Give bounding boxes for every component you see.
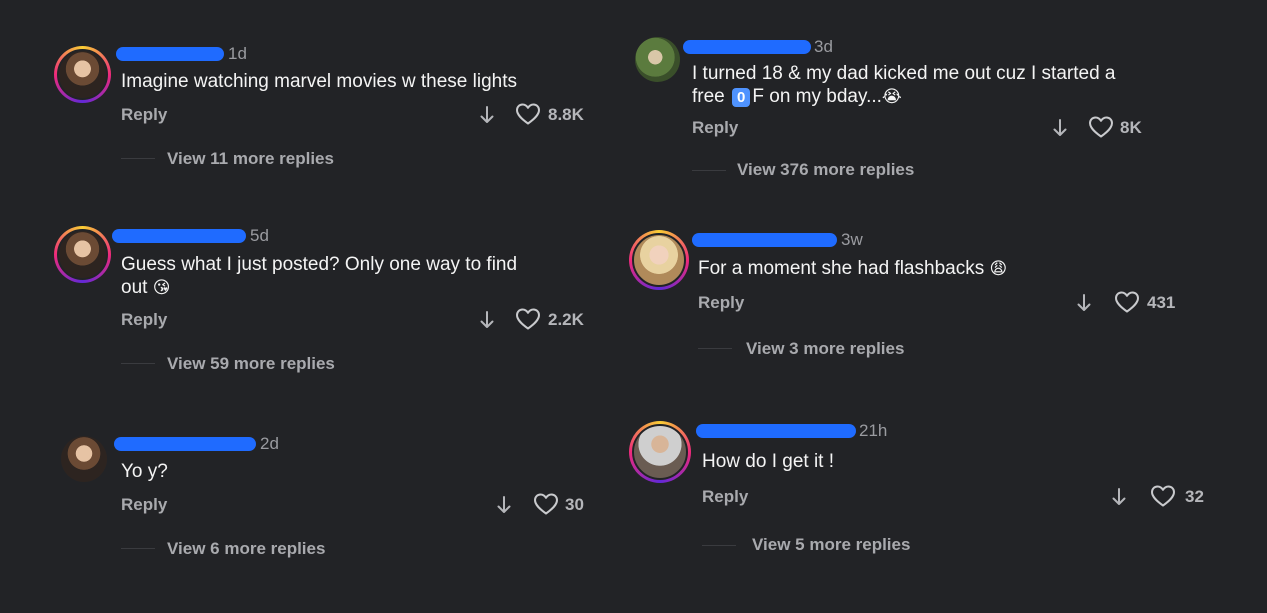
arrow-down-icon[interactable] — [1052, 118, 1068, 138]
keycap-zero-badge: 0 — [732, 88, 751, 107]
profile-photo — [57, 49, 108, 100]
arrow-down-icon[interactable] — [1076, 293, 1092, 313]
avatar[interactable] — [629, 421, 691, 483]
comment-time: 21h — [859, 421, 888, 440]
redacted-username — [112, 229, 246, 243]
heart-outline-icon[interactable] — [515, 307, 541, 331]
view-more-replies[interactable]: View 11 more replies — [167, 149, 334, 169]
view-more-replies[interactable]: View 59 more replies — [167, 354, 335, 374]
replies-divider — [121, 548, 155, 549]
redacted-username — [114, 437, 256, 451]
avatar[interactable] — [629, 230, 689, 290]
view-more-replies[interactable]: View 5 more replies — [752, 535, 910, 555]
profile-photo — [57, 229, 108, 280]
arrow-down-icon[interactable] — [479, 105, 495, 125]
heart-outline-icon[interactable] — [1114, 290, 1140, 314]
reply-button[interactable]: Reply — [702, 487, 748, 507]
comment-time: 3w — [841, 230, 863, 249]
kissing-face-emoji: 😘 — [152, 278, 171, 298]
comment-text: For a moment she had flashbacks 😩 — [698, 257, 1007, 280]
heart-outline-icon[interactable] — [1150, 484, 1176, 508]
weary-face-emoji: 😩 — [989, 259, 1008, 279]
comment-time: 3d — [814, 37, 833, 56]
comment-text-line-2: free 0F on my bday...😭 — [692, 85, 902, 108]
replies-divider — [692, 170, 726, 171]
reply-button[interactable]: Reply — [121, 105, 167, 125]
comment-text: Imagine watching marvel movies w these l… — [121, 71, 518, 92]
comment-time: 2d — [260, 434, 279, 453]
arrow-down-icon[interactable] — [1111, 487, 1127, 507]
reply-button[interactable]: Reply — [698, 293, 744, 313]
comment-time: 1d — [228, 44, 247, 63]
comment-text-line-1: I turned 18 & my dad kicked me out cuz I… — [692, 63, 1116, 84]
crying-face-emoji: 😭 — [881, 87, 902, 107]
like-count: 32 — [1185, 487, 1204, 506]
replies-divider — [121, 158, 155, 159]
view-more-replies[interactable]: View 6 more replies — [167, 539, 325, 559]
replies-divider — [121, 363, 155, 364]
view-more-replies[interactable]: View 3 more replies — [746, 339, 904, 359]
view-more-replies[interactable]: View 376 more replies — [737, 160, 914, 180]
arrow-down-icon[interactable] — [479, 310, 495, 330]
comment-text-end: out — [121, 277, 148, 298]
like-count: 2.2K — [548, 310, 584, 329]
avatar[interactable] — [635, 37, 680, 82]
comment-text-line-1: Guess what I just posted? Only one way t… — [121, 254, 518, 275]
comment-text-line-2: out 😘 — [121, 276, 170, 299]
profile-photo — [632, 233, 686, 287]
like-count: 8.8K — [548, 105, 584, 124]
avatar[interactable] — [54, 46, 111, 103]
redacted-username — [683, 40, 811, 54]
like-count: 8K — [1120, 118, 1142, 137]
redacted-username — [696, 424, 856, 438]
redacted-username — [116, 47, 224, 61]
heart-outline-icon[interactable] — [1088, 115, 1114, 139]
reply-button[interactable]: Reply — [121, 495, 167, 515]
arrow-down-icon[interactable] — [496, 495, 512, 515]
comment-text-part: F on my bday... — [752, 86, 882, 107]
comment-text-body: For a moment she had flashbacks — [698, 258, 985, 279]
redacted-username — [692, 233, 837, 247]
comment-text: How do I get it ! — [702, 451, 835, 472]
profile-photo — [632, 424, 688, 480]
avatar[interactable] — [54, 226, 111, 283]
replies-divider — [698, 348, 732, 349]
heart-outline-icon[interactable] — [533, 492, 559, 516]
profile-photo — [635, 37, 680, 82]
avatar[interactable] — [61, 436, 107, 482]
reply-button[interactable]: Reply — [121, 310, 167, 330]
like-count: 30 — [565, 495, 584, 514]
reply-button[interactable]: Reply — [692, 118, 738, 138]
replies-divider — [702, 545, 736, 546]
comment-text: Yo y? — [121, 461, 168, 482]
comment-time: 5d — [250, 226, 269, 245]
profile-photo — [61, 436, 107, 482]
like-count: 431 — [1147, 293, 1176, 312]
comment-text-part: free — [692, 86, 725, 107]
heart-outline-icon[interactable] — [515, 102, 541, 126]
